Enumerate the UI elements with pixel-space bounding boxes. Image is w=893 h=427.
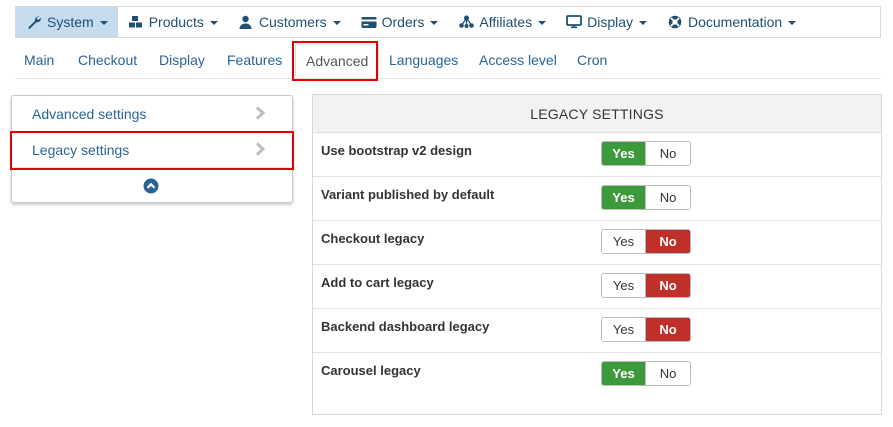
settings-sidebar: Advanced settings Legacy settings: [11, 95, 293, 203]
setting-label: Carousel legacy: [321, 363, 421, 378]
no-option[interactable]: No: [646, 362, 690, 385]
no-option[interactable]: No: [646, 142, 690, 165]
setting-row: Checkout legacy Yes No: [313, 221, 881, 265]
yes-option[interactable]: Yes: [602, 362, 647, 385]
settings-list: Use bootstrap v2 design Yes No Variant publ…: [313, 133, 881, 397]
yes-option[interactable]: Yes: [602, 142, 647, 165]
caret-down-icon: [332, 21, 341, 25]
tab-checkout[interactable]: Checkout: [78, 44, 137, 78]
setting-row: Add to cart legacy Yes No: [313, 265, 881, 309]
yes-no-toggle: Yes No: [601, 273, 691, 298]
caret-down-icon: [639, 21, 647, 25]
menu-label: Affiliates: [479, 14, 533, 30]
yes-no-toggle: Yes No: [601, 141, 691, 166]
sidebar-item-label: Legacy settings: [32, 142, 130, 158]
setting-row: Carousel legacy Yes No: [313, 353, 881, 397]
no-option[interactable]: No: [646, 274, 690, 297]
credit-card-icon: [361, 14, 377, 30]
panel-title: LEGACY SETTINGS: [313, 95, 881, 133]
legacy-settings-panel: LEGACY SETTINGS Use bootstrap v2 design Y…: [312, 94, 882, 415]
caret-down-icon: [209, 21, 218, 25]
tab-features[interactable]: Features: [227, 44, 282, 78]
tab-main[interactable]: Main: [24, 44, 54, 78]
menu-label: Products: [148, 14, 204, 30]
tab-display[interactable]: Display: [159, 44, 205, 78]
caret-down-icon: [538, 21, 547, 25]
setting-label: Checkout legacy: [321, 231, 425, 246]
menu-system[interactable]: System: [16, 7, 118, 37]
menu-customers[interactable]: Customers: [228, 7, 351, 37]
sidebar-item-label: Advanced settings: [32, 106, 147, 122]
setting-label: Use bootstrap v2 design: [321, 143, 472, 158]
yes-no-toggle: Yes No: [601, 361, 691, 386]
top-menu: System Products Customers Orders Affilia…: [15, 6, 881, 38]
yes-option[interactable]: Yes: [602, 274, 647, 297]
setting-label: Backend dashboard legacy: [321, 319, 490, 334]
tab-cron[interactable]: Cron: [577, 44, 607, 78]
chevron-right-icon: [255, 106, 266, 120]
no-option[interactable]: No: [646, 230, 690, 253]
setting-label: Variant published by default: [321, 187, 495, 202]
menu-label: Orders: [381, 14, 425, 30]
caret-down-icon: [788, 21, 797, 25]
config-tabs: Main Checkout Display Features Advanced …: [15, 44, 881, 79]
user-icon: [238, 14, 254, 30]
setting-row: Variant published by default Yes No: [313, 177, 881, 221]
yes-option[interactable]: Yes: [602, 318, 647, 341]
menu-display[interactable]: Display: [556, 7, 657, 37]
lifebuoy-icon: [667, 14, 683, 30]
yes-no-toggle: Yes No: [601, 229, 691, 254]
tab-languages[interactable]: Languages: [389, 44, 458, 78]
menu-affiliates[interactable]: Affiliates: [448, 7, 556, 37]
caret-down-icon: [99, 21, 108, 25]
setting-row: Use bootstrap v2 design Yes No: [313, 133, 881, 177]
menu-label: Customers: [258, 14, 327, 30]
tab-access-level[interactable]: Access level: [479, 44, 557, 78]
menu-products[interactable]: Products: [118, 7, 228, 37]
yes-option[interactable]: Yes: [602, 186, 647, 209]
collapse-up-icon[interactable]: [143, 178, 159, 194]
wrench-icon: [26, 14, 42, 30]
no-option[interactable]: No: [646, 318, 690, 341]
yes-option[interactable]: Yes: [602, 230, 647, 253]
chevron-right-icon: [255, 142, 266, 156]
no-option[interactable]: No: [646, 186, 690, 209]
menu-label: Documentation: [688, 14, 783, 30]
setting-row: Backend dashboard legacy Yes No: [313, 309, 881, 353]
sitemap-icon: [458, 14, 474, 30]
menu-orders[interactable]: Orders: [351, 7, 449, 37]
tab-advanced[interactable]: Advanced: [295, 44, 380, 78]
sidebar-item-legacy-settings[interactable]: Legacy settings: [12, 132, 292, 168]
caret-down-icon: [430, 21, 439, 25]
cubes-icon: [128, 14, 144, 30]
menu-label: System: [47, 14, 94, 30]
sidebar-item-advanced-settings[interactable]: Advanced settings: [12, 96, 292, 132]
yes-no-toggle: Yes No: [601, 185, 691, 210]
setting-label: Add to cart legacy: [321, 275, 434, 290]
menu-label: Display: [587, 14, 633, 30]
menu-documentation[interactable]: Documentation: [657, 7, 806, 37]
yes-no-toggle: Yes No: [601, 317, 691, 342]
monitor-icon: [566, 14, 582, 30]
